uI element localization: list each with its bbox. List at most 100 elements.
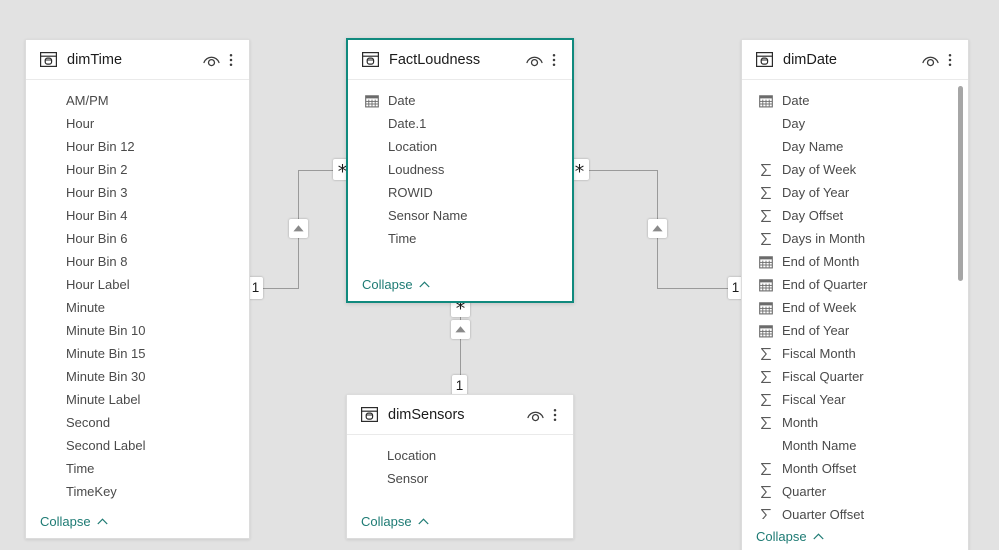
- field-row[interactable]: Minute Bin 30: [26, 365, 249, 388]
- field-row[interactable]: Time: [26, 457, 249, 480]
- field-row[interactable]: Day Offset: [742, 204, 968, 227]
- more-options-icon[interactable]: [944, 52, 956, 68]
- field-no-icon: [42, 277, 58, 293]
- field-row[interactable]: Hour Bin 8: [26, 250, 249, 273]
- field-row[interactable]: Minute: [26, 296, 249, 319]
- field-row[interactable]: Month Offset: [742, 457, 968, 480]
- field-row[interactable]: Day of Year: [742, 181, 968, 204]
- field-label: Minute Label: [66, 392, 141, 407]
- field-no-icon: [42, 231, 58, 247]
- field-row[interactable]: Sensor: [347, 467, 573, 490]
- field-row[interactable]: Month: [742, 411, 968, 434]
- field-row[interactable]: Fiscal Month: [742, 342, 968, 365]
- field-row[interactable]: Days in Month: [742, 227, 968, 250]
- field-no-icon: [758, 116, 774, 132]
- field-list-factloudness[interactable]: Date Date.1 Location Loudness ROWID Sensor Na…: [348, 80, 572, 267]
- table-card-dimsensors[interactable]: dimSensors Location Sensor Collapse: [346, 394, 574, 539]
- model-diagram-canvas[interactable]: 1 * * 1 * 1 dimTime AM/PM Hour Hour Bin …: [0, 0, 999, 550]
- cross-filter-arrow-icon[interactable]: [648, 219, 667, 238]
- field-row[interactable]: Fiscal Quarter: [742, 365, 968, 388]
- cardinality-one-badge[interactable]: 1: [248, 277, 263, 299]
- collapse-button[interactable]: Collapse: [40, 514, 108, 529]
- field-no-icon: [42, 93, 58, 109]
- field-row[interactable]: TimeKey: [26, 480, 249, 503]
- cross-filter-arrow-icon[interactable]: [451, 320, 470, 339]
- field-row[interactable]: Date: [348, 89, 572, 112]
- field-row[interactable]: Minute Bin 15: [26, 342, 249, 365]
- table-header-dimsensors[interactable]: dimSensors: [347, 395, 573, 435]
- field-label: Date: [388, 93, 416, 108]
- field-row[interactable]: Minute Label: [26, 388, 249, 411]
- field-no-icon: [758, 139, 774, 155]
- field-row[interactable]: Date.1: [348, 112, 572, 135]
- table-card-factloudness[interactable]: FactLoudness Date Date.1 Location Loudne…: [346, 38, 574, 303]
- field-row[interactable]: Quarter Offset: [742, 503, 968, 519]
- field-row[interactable]: Second: [26, 411, 249, 434]
- relationship-line-segment: [583, 170, 658, 171]
- field-label: Sensor: [387, 471, 429, 486]
- field-row[interactable]: End of Year: [742, 319, 968, 342]
- sigma-icon: [758, 231, 774, 247]
- field-row[interactable]: Hour Bin 3: [26, 181, 249, 204]
- field-row[interactable]: End of Month: [742, 250, 968, 273]
- field-no-icon: [42, 254, 58, 270]
- field-row[interactable]: Fiscal Year: [742, 388, 968, 411]
- field-label: Days in Month: [782, 231, 866, 246]
- field-list-dimtime[interactable]: AM/PM Hour Hour Bin 12 Hour Bin 2 Hour Bin 3…: [26, 80, 249, 504]
- vertical-scrollbar[interactable]: [958, 86, 963, 281]
- field-label: Sensor Name: [388, 208, 468, 223]
- field-row[interactable]: End of Quarter: [742, 273, 968, 296]
- more-options-icon[interactable]: [225, 52, 237, 68]
- field-row[interactable]: Hour Bin 2: [26, 158, 249, 181]
- more-options-icon[interactable]: [548, 52, 560, 68]
- field-row[interactable]: Day of Week: [742, 158, 968, 181]
- cross-filter-arrow-icon[interactable]: [289, 219, 308, 238]
- field-row[interactable]: Sensor Name: [348, 204, 572, 227]
- field-row[interactable]: ROWID: [348, 181, 572, 204]
- table-card-dimdate[interactable]: dimDate Date Day Day Name Day of Week Da…: [741, 39, 969, 550]
- table-header-dimtime[interactable]: dimTime: [26, 40, 249, 80]
- sigma-icon: [758, 162, 774, 178]
- field-row[interactable]: Loudness: [348, 158, 572, 181]
- field-row[interactable]: Hour Bin 12: [26, 135, 249, 158]
- collapse-button[interactable]: Collapse: [361, 514, 429, 529]
- hide-eye-icon[interactable]: [526, 407, 545, 422]
- field-row[interactable]: Minute Bin 10: [26, 319, 249, 342]
- field-row[interactable]: Location: [348, 135, 572, 158]
- table-card-dimtime[interactable]: dimTime AM/PM Hour Hour Bin 12 Hour Bin …: [25, 39, 250, 539]
- field-list-dimsensors[interactable]: Location Sensor: [347, 435, 573, 504]
- field-row[interactable]: Date: [742, 89, 968, 112]
- field-no-icon: [42, 300, 58, 316]
- field-row[interactable]: AM/PM: [26, 89, 249, 112]
- field-row[interactable]: Hour Label: [26, 273, 249, 296]
- more-options-icon[interactable]: [549, 407, 561, 423]
- field-list-dimdate[interactable]: Date Day Day Name Day of Week Day of Year Day…: [742, 80, 968, 519]
- chevron-up-icon: [812, 532, 824, 539]
- field-row[interactable]: Day: [742, 112, 968, 135]
- table-icon: [362, 52, 379, 67]
- field-row[interactable]: Hour: [26, 112, 249, 135]
- table-header-factloudness[interactable]: FactLoudness: [348, 40, 572, 80]
- chevron-up-icon: [418, 280, 430, 287]
- hide-eye-icon[interactable]: [921, 52, 940, 67]
- collapse-button[interactable]: Collapse: [756, 529, 824, 544]
- field-row[interactable]: Time: [348, 227, 572, 250]
- field-row[interactable]: Hour Bin 6: [26, 227, 249, 250]
- field-row[interactable]: Location: [347, 444, 573, 467]
- field-label: ROWID: [388, 185, 433, 200]
- field-label: End of Month: [782, 254, 860, 269]
- field-row[interactable]: Day Name: [742, 135, 968, 158]
- hide-eye-icon[interactable]: [202, 52, 221, 67]
- field-row[interactable]: End of Week: [742, 296, 968, 319]
- field-row[interactable]: Hour Bin 4: [26, 204, 249, 227]
- field-label: Month Offset: [782, 461, 857, 476]
- field-no-icon: [42, 392, 58, 408]
- hide-eye-icon[interactable]: [525, 52, 544, 67]
- field-no-icon: [42, 162, 58, 178]
- field-row[interactable]: Month Name: [742, 434, 968, 457]
- collapse-button[interactable]: Collapse: [362, 277, 430, 292]
- field-row[interactable]: Quarter: [742, 480, 968, 503]
- field-no-icon: [42, 461, 58, 477]
- table-header-dimdate[interactable]: dimDate: [742, 40, 968, 80]
- field-row[interactable]: Second Label: [26, 434, 249, 457]
